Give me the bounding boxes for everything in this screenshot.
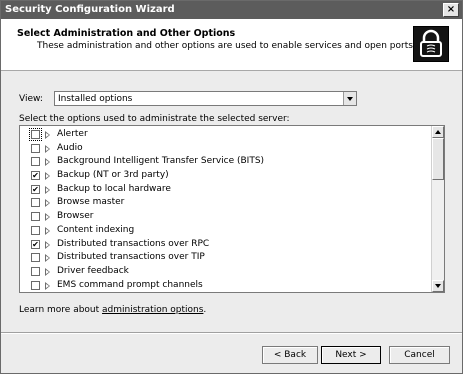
option-label: Audio <box>57 142 83 153</box>
expand-arrow-icon[interactable] <box>45 199 50 208</box>
administration-options-link[interactable]: administration options <box>102 305 203 315</box>
list-item[interactable]: Background Intelligent Transfer Service … <box>20 155 430 169</box>
list-item[interactable]: Driver feedback <box>20 265 430 279</box>
expand-arrow-icon[interactable] <box>45 226 50 235</box>
list-item[interactable]: ✔ Backup to local hardware <box>20 183 430 197</box>
expand-arrow-icon[interactable] <box>45 267 50 276</box>
close-button[interactable]: × <box>443 3 459 17</box>
option-checkbox[interactable]: ✔ <box>31 239 40 249</box>
view-dropdown[interactable]: Installed options <box>54 91 357 106</box>
expand-arrow-icon[interactable] <box>45 281 50 290</box>
back-button[interactable]: < Back <box>262 346 318 364</box>
options-instructions: Select the options used to administrate … <box>19 114 290 124</box>
wizard-window: Security Configuration Wizard × Select A… <box>0 0 463 374</box>
view-label: View: <box>19 94 43 104</box>
learn-more-text: Learn more about administration options. <box>19 305 206 315</box>
expand-arrow-icon[interactable] <box>45 240 50 249</box>
window-title: Security Configuration Wizard <box>5 4 175 15</box>
list-item[interactable]: Content indexing <box>20 224 430 238</box>
list-item[interactable]: ✔ Distributed transactions over RPC <box>20 238 430 252</box>
list-item[interactable]: Alerter <box>20 128 430 142</box>
padlock-icon <box>413 26 449 62</box>
option-label: Browser <box>57 211 94 222</box>
option-checkbox[interactable] <box>31 198 40 208</box>
expand-arrow-icon[interactable] <box>45 185 50 194</box>
option-checkbox[interactable] <box>31 266 40 276</box>
option-label: Backup (NT or 3rd party) <box>57 170 169 181</box>
option-checkbox[interactable] <box>29 128 42 141</box>
list-item[interactable]: Browse master <box>20 196 430 210</box>
scroll-down-arrow-icon[interactable] <box>432 280 444 292</box>
page-description: These administration and other options a… <box>37 41 416 51</box>
option-label: Background Intelligent Transfer Service … <box>57 156 265 167</box>
chevron-down-icon[interactable] <box>343 92 356 105</box>
option-label: Content indexing <box>57 224 135 235</box>
list-item[interactable]: Distributed transactions over TIP <box>20 251 430 265</box>
scroll-thumb[interactable] <box>432 138 444 180</box>
option-label: Backup to local hardware <box>57 183 171 194</box>
list-item[interactable]: ✔ Backup (NT or 3rd party) <box>20 169 430 183</box>
option-checkbox[interactable]: ✔ <box>31 171 40 181</box>
expand-arrow-icon[interactable] <box>45 144 50 153</box>
expand-arrow-icon[interactable] <box>45 213 50 222</box>
option-checkbox[interactable] <box>31 280 40 290</box>
option-label: Distributed transactions over RPC <box>57 238 210 249</box>
learn-more-suffix: . <box>203 305 207 315</box>
options-list-items: Alerter Audio Background Intelligent Trans… <box>20 128 430 292</box>
option-checkbox[interactable] <box>31 225 40 235</box>
expand-arrow-icon[interactable] <box>45 131 50 139</box>
scroll-up-arrow-icon[interactable] <box>432 126 444 138</box>
option-label: Distributed transactions over TIP <box>57 252 205 263</box>
footer-divider <box>1 332 462 334</box>
option-label: Browse master <box>57 197 125 208</box>
wizard-header: Select Administration and Other Options … <box>1 19 462 71</box>
option-label: Driver feedback <box>57 265 129 276</box>
list-item[interactable]: Browser <box>20 210 430 224</box>
option-checkbox[interactable]: ✔ <box>31 184 40 194</box>
expand-arrow-icon[interactable] <box>45 158 50 167</box>
cancel-button[interactable]: Cancel <box>389 346 450 364</box>
option-checkbox[interactable] <box>31 157 40 167</box>
expand-arrow-icon[interactable] <box>45 172 50 181</box>
options-list[interactable]: Alerter Audio Background Intelligent Trans… <box>19 125 445 293</box>
option-label: Alerter <box>57 129 88 139</box>
option-checkbox[interactable] <box>31 253 40 263</box>
list-item[interactable]: Audio <box>20 142 430 156</box>
option-checkbox[interactable] <box>31 143 40 153</box>
learn-more-prefix: Learn more about <box>19 305 103 315</box>
expand-arrow-icon[interactable] <box>45 254 50 263</box>
title-bar: Security Configuration Wizard × <box>1 1 462 19</box>
option-checkbox[interactable] <box>31 212 40 222</box>
list-item[interactable]: EMS command prompt channels <box>20 279 430 292</box>
next-button[interactable]: Next > <box>321 346 381 364</box>
vertical-scrollbar[interactable] <box>431 126 444 292</box>
option-label: EMS command prompt channels <box>57 279 203 290</box>
view-selected-value: Installed options <box>58 94 133 104</box>
page-title: Select Administration and Other Options <box>17 28 236 39</box>
